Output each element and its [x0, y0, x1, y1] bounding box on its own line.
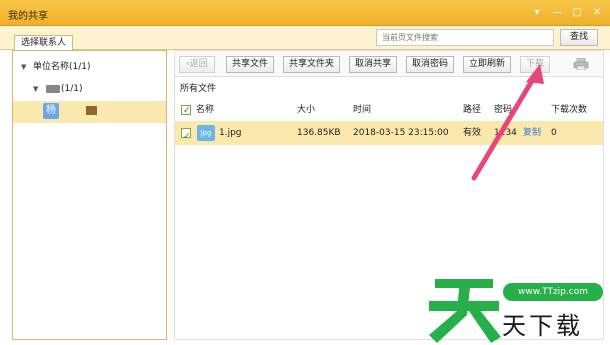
cancel-password-button[interactable]: 取消密码 [406, 56, 454, 73]
search-button[interactable]: 查找 [560, 29, 598, 46]
select-all-checkbox[interactable] [181, 102, 191, 120]
tree-person[interactable]: 杨 [13, 101, 166, 123]
file-name[interactable]: 1.jpg [219, 121, 242, 145]
back-button[interactable]: ‹返回 [179, 56, 215, 73]
tab-contacts[interactable]: 选择联系人 [14, 35, 74, 51]
watermark-url: www.TTzip.com [503, 283, 603, 301]
avatar: 杨 [43, 103, 59, 119]
row-checkbox[interactable] [181, 125, 191, 149]
menu-icon[interactable]: ▾ [530, 7, 544, 19]
share-file-button[interactable]: 共享文件 [226, 56, 274, 73]
expand-icon[interactable]: ▼ [21, 57, 29, 77]
redacted-name [86, 106, 97, 115]
minimize-icon[interactable]: — [550, 7, 564, 19]
title-bar: 我的共享 ▾ — □ ✕ [0, 0, 610, 26]
section-all-files: 所有文件 [180, 84, 217, 94]
contact-tree: ▼ 单位名称(1/1) ▼ (1/1) 杨 [12, 50, 167, 340]
printer-icon[interactable] [573, 58, 589, 70]
watermark-text: 天下载 [502, 312, 583, 340]
cancel-share-button[interactable]: 取消共享 [349, 56, 397, 73]
jpg-file-icon: jpg [197, 125, 215, 141]
window-title: 我的共享 [8, 11, 48, 22]
file-size: 136.85KB [297, 128, 341, 138]
tree-dept-label: (1/1) [61, 84, 83, 94]
watermark-logo-icon [429, 279, 501, 343]
tree-root-label: 单位名称(1/1) [33, 62, 91, 72]
tree-dept[interactable]: ▼ (1/1) [13, 79, 166, 99]
column-header-downloads[interactable]: 下载次数 [551, 101, 587, 119]
dept-icon [46, 85, 60, 93]
maximize-icon[interactable]: □ [570, 7, 584, 19]
column-header-size[interactable]: 大小 [297, 101, 315, 119]
close-icon[interactable]: ✕ [590, 7, 604, 19]
column-header-name[interactable]: 名称 [196, 101, 214, 119]
expand-icon[interactable]: ▼ [33, 79, 41, 99]
search-input[interactable] [376, 29, 554, 46]
annotation-arrow [471, 64, 544, 181]
file-time: 2018-03-15 23:15:00 [353, 128, 449, 138]
column-header-time[interactable]: 时间 [353, 101, 371, 119]
top-row: 选择联系人 查找 [0, 26, 610, 51]
share-folder-button[interactable]: 共享文件夹 [283, 56, 340, 73]
tree-root[interactable]: ▼ 单位名称(1/1) [13, 57, 166, 77]
download-count: 0 [551, 128, 557, 138]
